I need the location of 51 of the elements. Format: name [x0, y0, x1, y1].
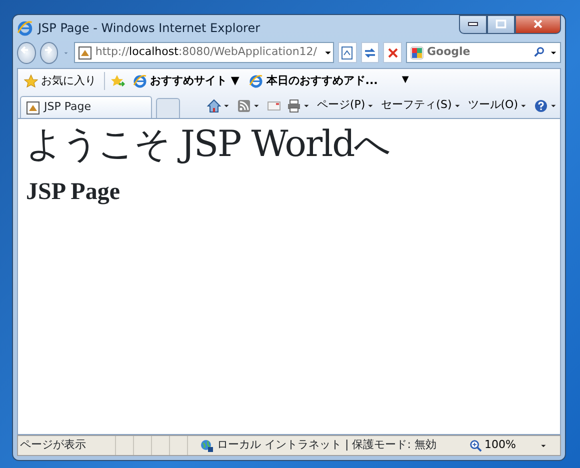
page-icon: [78, 46, 92, 60]
compatibility-view-icon: [340, 46, 354, 60]
minimize-icon: [468, 22, 478, 26]
search-provider-icon: [410, 46, 424, 60]
forward-button[interactable]: [40, 42, 58, 64]
stop-icon: [386, 46, 400, 60]
web-slice-page-icon: [133, 74, 147, 88]
stop-button[interactable]: [383, 42, 402, 63]
menu-button[interactable]: ページ(P): [316, 97, 376, 114]
address-field[interactable]: http://localhost:8080/WebApplication12/: [74, 42, 334, 63]
browser-tab[interactable]: JSP Page: [20, 96, 152, 118]
maximize-button[interactable]: [487, 15, 515, 34]
status-message: ページが表示: [19, 437, 87, 454]
star-icon: [24, 74, 38, 88]
minimize-button[interactable]: [459, 15, 487, 34]
globe-icon: [200, 438, 214, 452]
security-zone-text: ローカル イントラネット | 保護モード: 無効: [217, 437, 436, 454]
close-icon: [532, 18, 544, 30]
web-slice-page-icon: [249, 74, 264, 88]
page-heading: ようこそ JSP Worldへ: [26, 123, 392, 166]
page-subheading: JSP Page: [26, 178, 121, 207]
feed-button[interactable]: [236, 98, 261, 112]
maximize-icon: [495, 18, 507, 30]
mail-icon: [266, 98, 281, 112]
home-button[interactable]: [206, 98, 231, 112]
search-box[interactable]: Google: [406, 42, 562, 63]
menu-button[interactable]: ツール(O): [468, 97, 528, 114]
refresh-icon: [363, 46, 377, 60]
magnifier-icon: [468, 439, 482, 452]
print-button[interactable]: [286, 98, 311, 112]
back-button[interactable]: [17, 42, 36, 64]
help-icon: [534, 98, 548, 112]
menu-button[interactable]: セーフティ(S): [381, 97, 462, 114]
help-button[interactable]: [534, 98, 558, 112]
compatibility-view-button[interactable]: [338, 42, 357, 63]
search-icon[interactable]: [533, 46, 546, 59]
print-icon: [286, 98, 301, 112]
mail-button[interactable]: [266, 98, 281, 112]
refresh-button[interactable]: [360, 42, 380, 63]
zoom-button[interactable]: 100%: [462, 436, 560, 455]
close-button[interactable]: [515, 15, 561, 34]
favorite-link[interactable]: おすすめサイト ▼: [131, 72, 242, 90]
dropdown-caret-button[interactable]: ▼: [400, 74, 411, 88]
browser-logo-icon: [17, 20, 33, 36]
feed-icon: [236, 98, 251, 112]
favorites-button[interactable]: お気に入り: [22, 72, 98, 90]
add-favorite-icon[interactable]: [111, 74, 125, 88]
page-icon: [26, 100, 40, 114]
window-title: JSP Page - Windows Internet Explorer: [38, 20, 260, 36]
home-icon: [206, 98, 221, 112]
favorite-link[interactable]: 本日のおすすめアド...: [247, 72, 380, 90]
